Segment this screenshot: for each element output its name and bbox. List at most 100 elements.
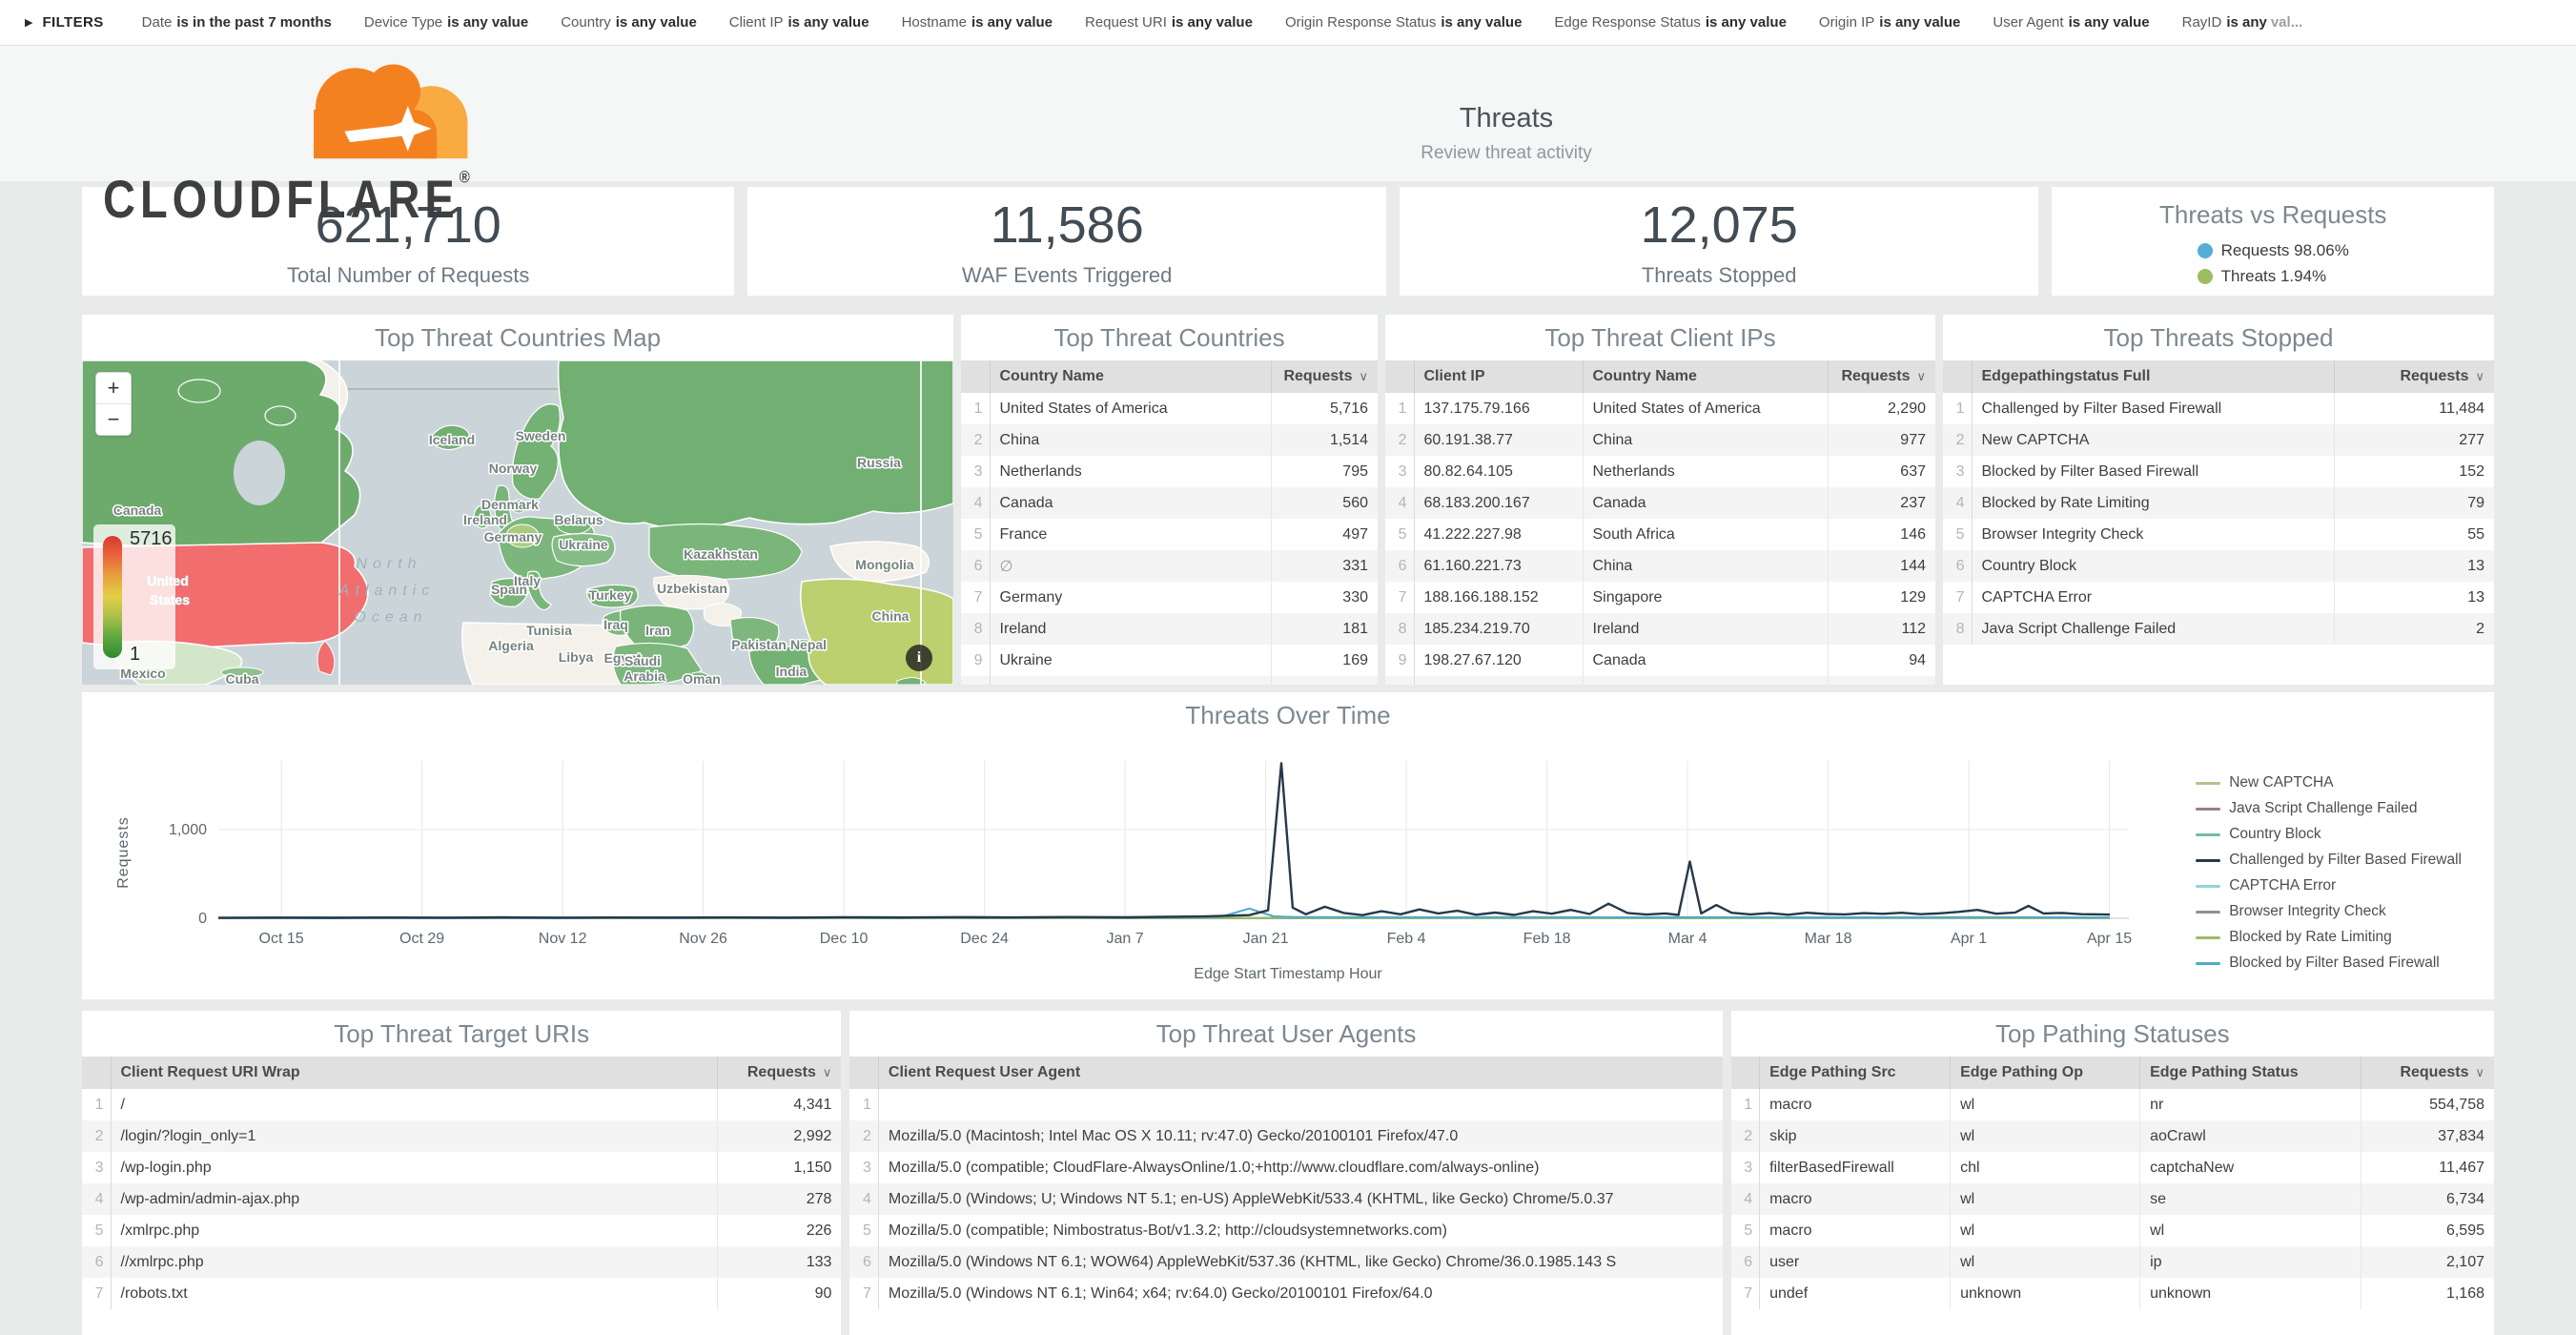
table-row[interactable]: 3Blocked by Filter Based Firewall152 bbox=[1943, 456, 2494, 487]
table-row[interactable]: 380.82.64.105Netherlands637 bbox=[1385, 456, 1935, 487]
legend-item[interactable]: CAPTCHA Error bbox=[2196, 877, 2462, 894]
column-header[interactable]: Client IP bbox=[1414, 360, 1583, 393]
table-row[interactable]: 1United States of America5,716 bbox=[961, 393, 1378, 424]
table-row[interactable]: 7/robots.txt90 bbox=[82, 1278, 841, 1309]
filter-item[interactable]: Countryis any value bbox=[561, 14, 697, 31]
filter-item[interactable]: Client IPis any value bbox=[729, 14, 869, 31]
column-header[interactable]: Requests∨ bbox=[2334, 360, 2494, 393]
info-icon[interactable]: i bbox=[906, 645, 932, 671]
column-header[interactable]: Country Name bbox=[990, 360, 1271, 393]
table-row[interactable]: 7Germany330 bbox=[961, 582, 1378, 613]
table-row[interactable]: 6∅331 bbox=[961, 550, 1378, 582]
table-row[interactable]: 1061.160.247.127China88 bbox=[1385, 676, 1935, 685]
zoom-out-button[interactable]: − bbox=[96, 404, 131, 435]
table-row[interactable]: 2Mozilla/5.0 (Macintosh; Intel Mac OS X … bbox=[849, 1120, 1722, 1152]
table-row[interactable]: 260.191.38.77China977 bbox=[1385, 424, 1935, 456]
legend-item[interactable]: Blocked by Filter Based Firewall bbox=[2196, 955, 2462, 972]
legend-item[interactable]: Browser Integrity Check bbox=[2196, 903, 2462, 920]
registered-mark: ® bbox=[460, 168, 470, 187]
table-row[interactable]: 2China1,514 bbox=[961, 424, 1378, 456]
table-row[interactable]: 7CAPTCHA Error13 bbox=[1943, 582, 2494, 613]
column-header[interactable]: Client Request User Agent bbox=[878, 1057, 1722, 1089]
column-header[interactable]: Country Name bbox=[1583, 360, 1828, 393]
table-row[interactable]: 5France497 bbox=[961, 519, 1378, 550]
legend-item[interactable]: Java Script Challenge Failed bbox=[2196, 800, 2462, 817]
map-country-label: Mongolia bbox=[855, 557, 914, 572]
table-row[interactable]: 8Java Script Challenge Failed2 bbox=[1943, 613, 2494, 645]
filters-toggle[interactable]: FILTERS bbox=[42, 14, 103, 31]
choropleth-map[interactable]: CanadaUnitedStatesMexicoCubaIcelandIrela… bbox=[82, 360, 953, 685]
filter-item[interactable]: Origin IPis any value bbox=[1819, 14, 1960, 31]
table-row[interactable]: 6userwlip2,107 bbox=[1731, 1246, 2494, 1278]
column-header[interactable]: Requests∨ bbox=[717, 1057, 841, 1089]
table-row[interactable]: 4/wp-admin/admin-ajax.php278 bbox=[82, 1183, 841, 1215]
row-number: 2 bbox=[1943, 424, 1972, 456]
table-row[interactable]: 3Netherlands795 bbox=[961, 456, 1378, 487]
table-row[interactable]: 8185.234.219.70Ireland112 bbox=[1385, 613, 1935, 645]
table-row[interactable]: 2/login/?login_only=12,992 bbox=[82, 1120, 841, 1152]
legend-item[interactable]: Country Block bbox=[2196, 826, 2462, 843]
filter-item[interactable]: RayIDis anyval... bbox=[2182, 14, 2303, 31]
column-header[interactable]: Edge Pathing Op bbox=[1951, 1057, 2140, 1089]
zoom-in-button[interactable]: + bbox=[96, 373, 131, 404]
table-row[interactable]: 5/xmlrpc.php226 bbox=[82, 1215, 841, 1246]
legend-item[interactable]: New CAPTCHA bbox=[2196, 774, 2462, 791]
table-row[interactable]: 4Mozilla/5.0 (Windows; U; Windows NT 5.1… bbox=[849, 1183, 1722, 1215]
table-row[interactable]: 6//xmlrpc.php133 bbox=[82, 1246, 841, 1278]
column-header[interactable]: Requests∨ bbox=[1271, 360, 1378, 393]
row-number: 2 bbox=[1385, 424, 1414, 456]
top-threat-countries-table: Country NameRequests∨1United States of A… bbox=[961, 360, 1378, 685]
table-row[interactable]: 6Country Block13 bbox=[1943, 550, 2494, 582]
table-row[interactable]: 4Canada560 bbox=[961, 487, 1378, 519]
table-row[interactable]: 468.183.200.167Canada237 bbox=[1385, 487, 1935, 519]
column-header[interactable]: Requests∨ bbox=[1828, 360, 1935, 393]
legend-item[interactable]: Threats 1.94% bbox=[2198, 267, 2349, 286]
table-row[interactable]: 6Mozilla/5.0 (Windows NT 6.1; WOW64) App… bbox=[849, 1246, 1722, 1278]
table-row[interactable]: 4macrowlse6,734 bbox=[1731, 1183, 2494, 1215]
table-row[interactable]: 1/4,341 bbox=[82, 1089, 841, 1120]
table-row[interactable]: 2New CAPTCHA277 bbox=[1943, 424, 2494, 456]
legend-item[interactable]: Blocked by Rate Limiting bbox=[2196, 929, 2462, 946]
table-row[interactable]: 8Ireland181 bbox=[961, 613, 1378, 645]
legend-item[interactable]: Challenged by Filter Based Firewall bbox=[2196, 852, 2462, 869]
table-row[interactable]: 1137.175.79.166United States of America2… bbox=[1385, 393, 1935, 424]
world-map[interactable]: CanadaUnitedStatesMexicoCubaIcelandIrela… bbox=[82, 360, 953, 685]
filter-item[interactable]: User Agentis any value bbox=[1993, 14, 2149, 31]
column-header[interactable]: Edge Pathing Status bbox=[2140, 1057, 2361, 1089]
table-row[interactable]: 10Singapore158 bbox=[961, 676, 1378, 685]
table-row[interactable]: 7undefunknownunknown1,168 bbox=[1731, 1278, 2494, 1309]
table-row[interactable]: 5Mozilla/5.0 (compatible; Nimbostratus-B… bbox=[849, 1215, 1722, 1246]
table-row[interactable]: 1 bbox=[849, 1089, 1722, 1120]
table-row[interactable]: 3Mozilla/5.0 (compatible; CloudFlare-Alw… bbox=[849, 1152, 1722, 1183]
threats-over-time-chart[interactable]: Oct 15Oct 29Nov 12Nov 26Dec 10Dec 24Jan … bbox=[82, 738, 2208, 999]
table-row[interactable]: 1macrowlnr554,758 bbox=[1731, 1089, 2494, 1120]
table-cell: 94 bbox=[1828, 645, 1935, 676]
table-row[interactable]: 3/wp-login.php1,150 bbox=[82, 1152, 841, 1183]
table-row[interactable]: 5macrowlwl6,595 bbox=[1731, 1215, 2494, 1246]
series-line[interactable] bbox=[218, 763, 2110, 917]
filters-expand-icon[interactable]: ▶ bbox=[25, 16, 32, 29]
column-header[interactable]: Client Request URI Wrap bbox=[111, 1057, 717, 1089]
table-row[interactable]: 7188.166.188.152Singapore129 bbox=[1385, 582, 1935, 613]
table-row[interactable]: 4Blocked by Rate Limiting79 bbox=[1943, 487, 2494, 519]
legend-item[interactable]: Requests 98.06% bbox=[2198, 241, 2349, 260]
filter-item[interactable]: Device Typeis any value bbox=[364, 14, 528, 31]
legend-max-value: 5716 bbox=[130, 528, 173, 550]
filter-item[interactable]: Origin Response Statusis any value bbox=[1285, 14, 1522, 31]
table-row[interactable]: 9Ukraine169 bbox=[961, 645, 1378, 676]
table-row[interactable]: 5Browser Integrity Check55 bbox=[1943, 519, 2494, 550]
table-row[interactable]: 7Mozilla/5.0 (Windows NT 6.1; Win64; x64… bbox=[849, 1278, 1722, 1309]
table-row[interactable]: 541.222.227.98South Africa146 bbox=[1385, 519, 1935, 550]
table-row[interactable]: 1Challenged by Filter Based Firewall11,4… bbox=[1943, 393, 2494, 424]
filter-item[interactable]: Dateis in the past 7 months bbox=[142, 14, 332, 31]
filter-item[interactable]: Request URIis any value bbox=[1085, 14, 1253, 31]
filter-item[interactable]: Hostnameis any value bbox=[902, 14, 1053, 31]
table-row[interactable]: 9198.27.67.120Canada94 bbox=[1385, 645, 1935, 676]
column-header[interactable]: Requests∨ bbox=[2361, 1057, 2494, 1089]
table-row[interactable]: 2skipwlaoCrawl37,834 bbox=[1731, 1120, 2494, 1152]
table-row[interactable]: 3filterBasedFirewallchlcaptchaNew11,467 bbox=[1731, 1152, 2494, 1183]
column-header[interactable]: Edgepathingstatus Full bbox=[1972, 360, 2334, 393]
column-header[interactable]: Edge Pathing Src bbox=[1760, 1057, 1951, 1089]
table-row[interactable]: 661.160.221.73China144 bbox=[1385, 550, 1935, 582]
filter-item[interactable]: Edge Response Statusis any value bbox=[1554, 14, 1787, 31]
